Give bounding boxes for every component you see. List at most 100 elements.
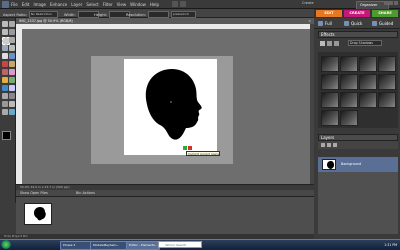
- shape-tool-icon[interactable]: [2, 93, 8, 99]
- lasso-tool-icon[interactable]: [9, 37, 15, 43]
- effect-thumbnail[interactable]: [378, 56, 396, 72]
- effects-panel-header[interactable]: Effects: [318, 31, 398, 38]
- menu-list: File Edit Image Enhance Layer Select Fil…: [11, 2, 159, 7]
- minimize-icon[interactable]: [384, 1, 388, 5]
- project-bin-thumbnail[interactable]: [24, 203, 52, 225]
- menu-window[interactable]: Window: [130, 2, 146, 7]
- undo-icon[interactable]: [172, 1, 178, 7]
- type-tool-icon[interactable]: [2, 53, 8, 59]
- layers-list-area: [318, 172, 398, 234]
- eraser-tool-icon[interactable]: [9, 69, 15, 75]
- menu-select[interactable]: Select: [86, 2, 98, 7]
- resolution-unit-select[interactable]: pixels/inch: [171, 11, 196, 18]
- layer-name: Background: [341, 162, 362, 166]
- menu-layer[interactable]: Layer: [71, 2, 82, 7]
- app-logo-icon: [2, 1, 9, 8]
- create-button[interactable]: Create: [302, 1, 316, 7]
- blur-tool-icon[interactable]: [9, 93, 15, 99]
- menu-enhance[interactable]: Enhance: [50, 2, 67, 7]
- redo-icon[interactable]: [180, 1, 186, 7]
- taskbar-item-editor[interactable]: Editor - Elements...: [126, 241, 160, 250]
- edit-sub-tabs: Full Quick Guided: [314, 18, 400, 29]
- show-open-files-select[interactable]: Show Open Files: [20, 191, 48, 195]
- effect-thumbnail[interactable]: [340, 110, 358, 126]
- filters-icon[interactable]: [320, 41, 325, 46]
- menu-help[interactable]: Help: [150, 2, 159, 7]
- smart-brush-tool-icon[interactable]: [9, 77, 15, 83]
- effect-thumbnail[interactable]: [359, 74, 377, 90]
- tab-create[interactable]: CREATE: [344, 10, 370, 17]
- cookie-cutter-tool-icon[interactable]: [9, 109, 15, 115]
- eyedropper-tool-icon[interactable]: [9, 29, 15, 35]
- tab-share-label: SHARE: [378, 11, 392, 15]
- aspect-ratio-select[interactable]: No Restriction: [28, 11, 58, 18]
- yahoo-search-box[interactable]: Yahoo! Search: [158, 241, 202, 248]
- close-icon[interactable]: [394, 1, 398, 5]
- layer-styles-icon[interactable]: [327, 41, 332, 46]
- silhouette-image: [145, 69, 202, 140]
- effect-thumbnail[interactable]: [321, 110, 339, 126]
- tab-quick[interactable]: Quick: [344, 20, 362, 27]
- tab-edit-label: EDIT: [324, 11, 334, 15]
- menu-image[interactable]: Image: [33, 2, 46, 7]
- effect-thumbnail[interactable]: [340, 92, 358, 108]
- effect-thumbnail[interactable]: [321, 92, 339, 108]
- image-canvas[interactable]: [124, 59, 217, 155]
- sponge-tool-icon[interactable]: [2, 101, 8, 107]
- selection-brush-tool-icon[interactable]: [9, 45, 15, 51]
- tab-share[interactable]: SHARE: [372, 10, 398, 17]
- menu-filter[interactable]: Filter: [103, 2, 113, 7]
- thumbnail-silhouette: [34, 207, 46, 221]
- foreground-color-swatch[interactable]: [2, 131, 11, 140]
- tools-panel: [0, 18, 16, 203]
- zoom-tool-icon[interactable]: [9, 21, 15, 27]
- menu-bar: File Edit Image Enhance Layer Select Fil…: [0, 0, 400, 10]
- red-eye-tool-icon[interactable]: [2, 61, 8, 67]
- delete-layer-icon[interactable]: [333, 143, 337, 147]
- resolution-field[interactable]: [148, 11, 169, 18]
- effect-thumbnail[interactable]: [378, 74, 396, 90]
- clock: 1:31 PM: [384, 243, 397, 247]
- effect-thumbnail[interactable]: [321, 74, 339, 90]
- new-layer-icon[interactable]: [321, 143, 325, 147]
- menu-edit[interactable]: Edit: [22, 2, 30, 7]
- effect-thumbnail[interactable]: [321, 56, 339, 72]
- layer-thumbnail-silhouette: [327, 161, 334, 169]
- effect-thumbnail[interactable]: [359, 56, 377, 72]
- effect-thumbnail[interactable]: [340, 74, 358, 90]
- paint-bucket-tool-icon[interactable]: [2, 85, 8, 91]
- layer-thumbnail: [322, 159, 336, 170]
- layers-panel-header[interactable]: Layers: [318, 134, 398, 141]
- straighten-tool-icon[interactable]: [9, 101, 15, 107]
- tab-edit[interactable]: EDIT: [316, 10, 342, 17]
- pencil-tool-icon[interactable]: [2, 109, 8, 115]
- magic-wand-tool-icon[interactable]: [2, 45, 8, 51]
- clone-stamp-tool-icon[interactable]: [2, 69, 8, 75]
- effect-thumbnail[interactable]: [340, 56, 358, 72]
- project-bin-header: Show Open Files Bin Actions: [16, 190, 314, 197]
- bin-actions-button[interactable]: Bin Actions: [76, 191, 95, 195]
- start-button[interactable]: [1, 240, 11, 249]
- move-tool-icon[interactable]: [2, 21, 8, 27]
- hand-tool-icon[interactable]: [2, 29, 8, 35]
- brush-tool-icon[interactable]: [2, 77, 8, 83]
- new-adjustment-layer-icon[interactable]: [327, 143, 331, 147]
- gradient-tool-icon[interactable]: [9, 85, 15, 91]
- taskbar-item-browser[interactable]: ModelsMayhem...: [90, 241, 128, 250]
- cancel-icon[interactable]: [188, 146, 192, 150]
- effects-category-select[interactable]: Drop Shadows: [348, 40, 382, 46]
- tab-full[interactable]: Full: [318, 20, 332, 27]
- project-bin: [16, 197, 314, 234]
- effect-thumbnail[interactable]: [359, 92, 377, 108]
- commit-icon[interactable]: [183, 146, 187, 150]
- maximize-icon[interactable]: [389, 1, 393, 5]
- taskbar-item-picasa[interactable]: Picasa 3: [60, 241, 92, 250]
- crop-tool-icon[interactable]: [9, 53, 15, 59]
- menu-view[interactable]: View: [117, 2, 127, 7]
- menu-file[interactable]: File: [11, 2, 18, 7]
- window-controls: [384, 1, 398, 5]
- effect-thumbnail[interactable]: [378, 92, 396, 108]
- healing-brush-tool-icon[interactable]: [9, 61, 15, 67]
- photo-effects-icon[interactable]: [334, 41, 339, 46]
- tab-guided[interactable]: Guided: [372, 20, 393, 27]
